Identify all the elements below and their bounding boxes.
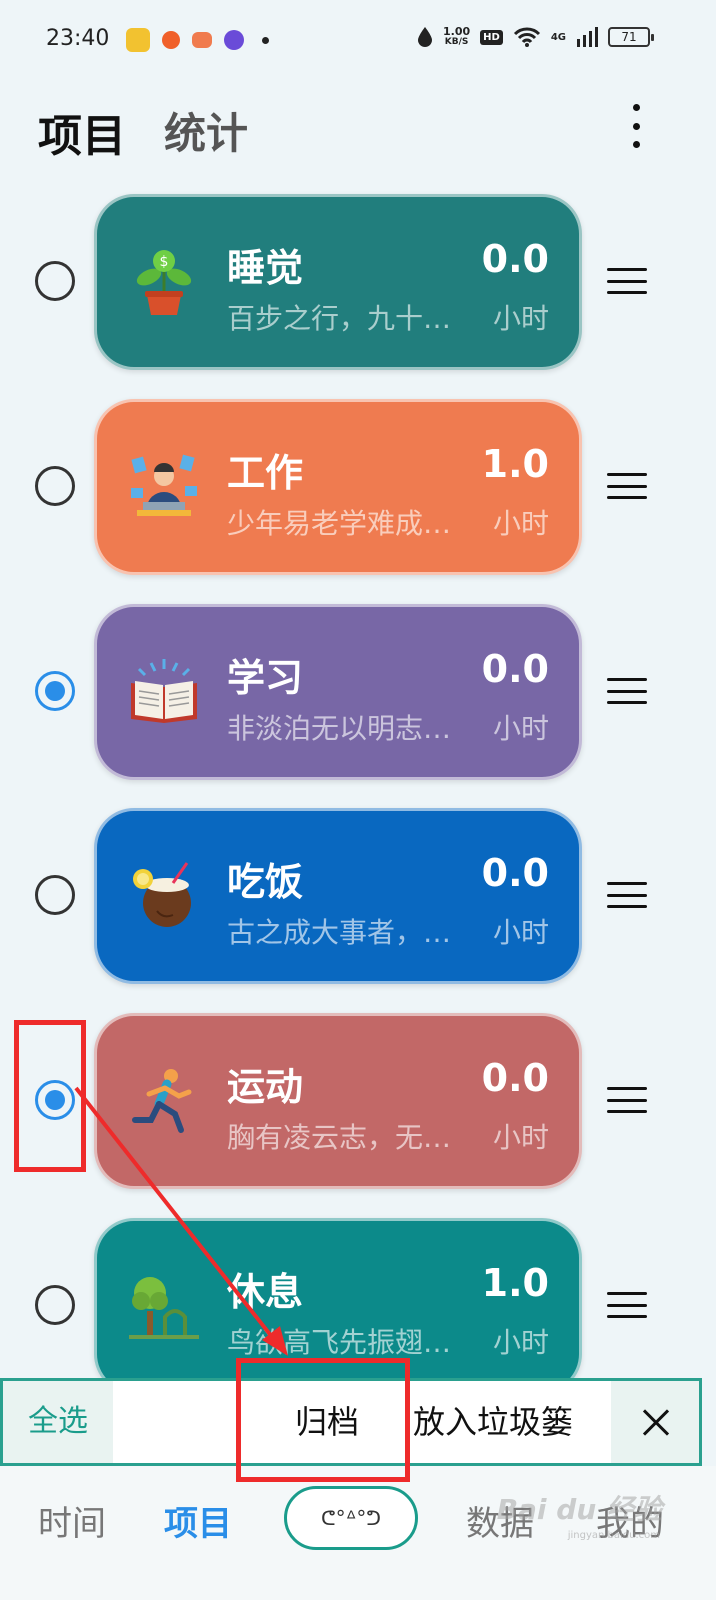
battery-icon: 71 [608, 27, 654, 47]
move-to-trash-button[interactable]: 放入垃圾篓 [413, 1381, 573, 1463]
nav-time[interactable]: 时间 [38, 1496, 106, 1545]
app-notification-icon [126, 28, 150, 52]
project-hours: 1.0 [481, 442, 549, 486]
project-name: 运动 [227, 1065, 304, 1109]
hours-unit: 小时 [492, 507, 549, 540]
project-row: 学习 非淡泊无以明志… 0.0 小时 [0, 604, 716, 780]
runner-icon [132, 1069, 192, 1133]
project-card[interactable]: 运动 胸有凌云志，无… 0.0 小时 [94, 1013, 582, 1189]
highlight-box-archive [236, 1358, 410, 1482]
status-bar: 23:40 1.00 KB/S HD 4G 71 [0, 0, 716, 84]
top-tab-bar: 项目 统计 [0, 92, 716, 172]
signal-icon [577, 27, 598, 47]
project-name: 学习 [227, 656, 304, 700]
basketball-app-icon [162, 31, 180, 49]
svg-text:$: $ [160, 254, 169, 270]
hours-unit: 小时 [492, 1326, 549, 1359]
drag-handle-icon[interactable] [607, 473, 647, 499]
hours-unit: 小时 [492, 1121, 549, 1154]
browser-app-icon [224, 30, 244, 50]
hours-unit: 小时 [492, 916, 549, 949]
office-worker-icon [131, 454, 197, 516]
project-card[interactable]: 学习 非淡泊无以明志… 0.0 小时 [94, 604, 582, 780]
watermark-url: jingyan.baidu.com [567, 1530, 660, 1541]
drag-handle-icon[interactable] [607, 1292, 647, 1318]
watermark-logo: Bai du 经验 [496, 1493, 662, 1526]
network-type: 4G [550, 31, 566, 43]
bottom-navigation: 时间 项目 ᕦ°ᐞ°ᕤ 数据 我的 Bai du 经验 jingyan.baid… [0, 1466, 716, 1600]
project-motto: 少年易老学难成… [227, 507, 452, 540]
select-radio[interactable] [35, 261, 75, 301]
project-card[interactable]: 工作 少年易老学难成… 1.0 小时 [94, 399, 582, 575]
project-row: 工作 少年易老学难成… 1.0 小时 [0, 399, 716, 575]
drag-handle-icon[interactable] [607, 882, 647, 908]
project-motto: 百步之行，九十… [227, 302, 452, 335]
drag-handle-icon[interactable] [607, 678, 647, 704]
wifi-icon [513, 27, 540, 47]
tree-icon [129, 1277, 199, 1339]
open-book-icon [131, 659, 197, 723]
hours-unit: 小时 [492, 712, 549, 745]
hours-unit: 小时 [492, 302, 549, 335]
close-icon[interactable] [611, 1381, 699, 1463]
tab-projects[interactable]: 项目 [38, 100, 126, 164]
select-radio[interactable] [35, 671, 75, 711]
project-name: 休息 [227, 1270, 304, 1314]
project-name: 睡觉 [227, 246, 304, 290]
project-row: 运动 胸有凌云志，无… 0.0 小时 [0, 1013, 716, 1189]
data-saver-icon [418, 27, 433, 47]
project-hours: 0.0 [481, 1056, 549, 1100]
hd-badge: HD [480, 29, 503, 45]
project-card[interactable]: 吃饭 古之成大事者，… 0.0 小时 [94, 808, 582, 984]
project-row: 吃饭 古之成大事者，… 0.0 小时 [0, 808, 716, 984]
project-name: 吃饭 [227, 860, 304, 904]
project-hours: 0.0 [481, 237, 549, 281]
project-motto: 非淡泊无以明志… [227, 712, 452, 745]
project-motto: 古之成大事者，… [227, 916, 452, 949]
status-time: 23:40 [46, 26, 110, 51]
nav-projects[interactable]: 项目 [164, 1496, 232, 1545]
system-indicators: 1.00 KB/S HD 4G 71 [417, 25, 654, 48]
project-motto: 胸有凌云志，无… [227, 1121, 452, 1154]
tab-statistics[interactable]: 统计 [164, 100, 248, 161]
highlight-box-radio [14, 1020, 86, 1172]
select-radio[interactable] [35, 466, 75, 506]
project-motto: 鸟欲高飞先振翅… [227, 1326, 452, 1359]
notification-icons [126, 28, 269, 52]
project-name: 工作 [227, 451, 304, 495]
more-options-icon[interactable] [626, 104, 646, 148]
nav-center-button[interactable]: ᕦ°ᐞ°ᕤ [284, 1486, 418, 1550]
project-hours: 1.0 [481, 1261, 549, 1305]
project-hours: 0.0 [481, 851, 549, 895]
project-hours: 0.0 [481, 647, 549, 691]
money-plant-icon: $ [136, 250, 192, 315]
coconut-drink-icon [133, 862, 191, 927]
project-card[interactable]: $ 睡觉 百步之行，九十… 0.0 小时 [94, 194, 582, 370]
select-all-button[interactable]: 全选 [3, 1381, 113, 1463]
network-speed: 1.00 KB/S [443, 25, 471, 47]
project-row: $ 睡觉 百步之行，九十… 0.0 小时 [0, 194, 716, 370]
select-radio[interactable] [35, 875, 75, 915]
drag-handle-icon[interactable] [607, 268, 647, 294]
game-app-icon [192, 32, 212, 48]
drag-handle-icon[interactable] [607, 1087, 647, 1113]
more-notifications-dot [262, 36, 269, 44]
select-radio[interactable] [35, 1285, 75, 1325]
